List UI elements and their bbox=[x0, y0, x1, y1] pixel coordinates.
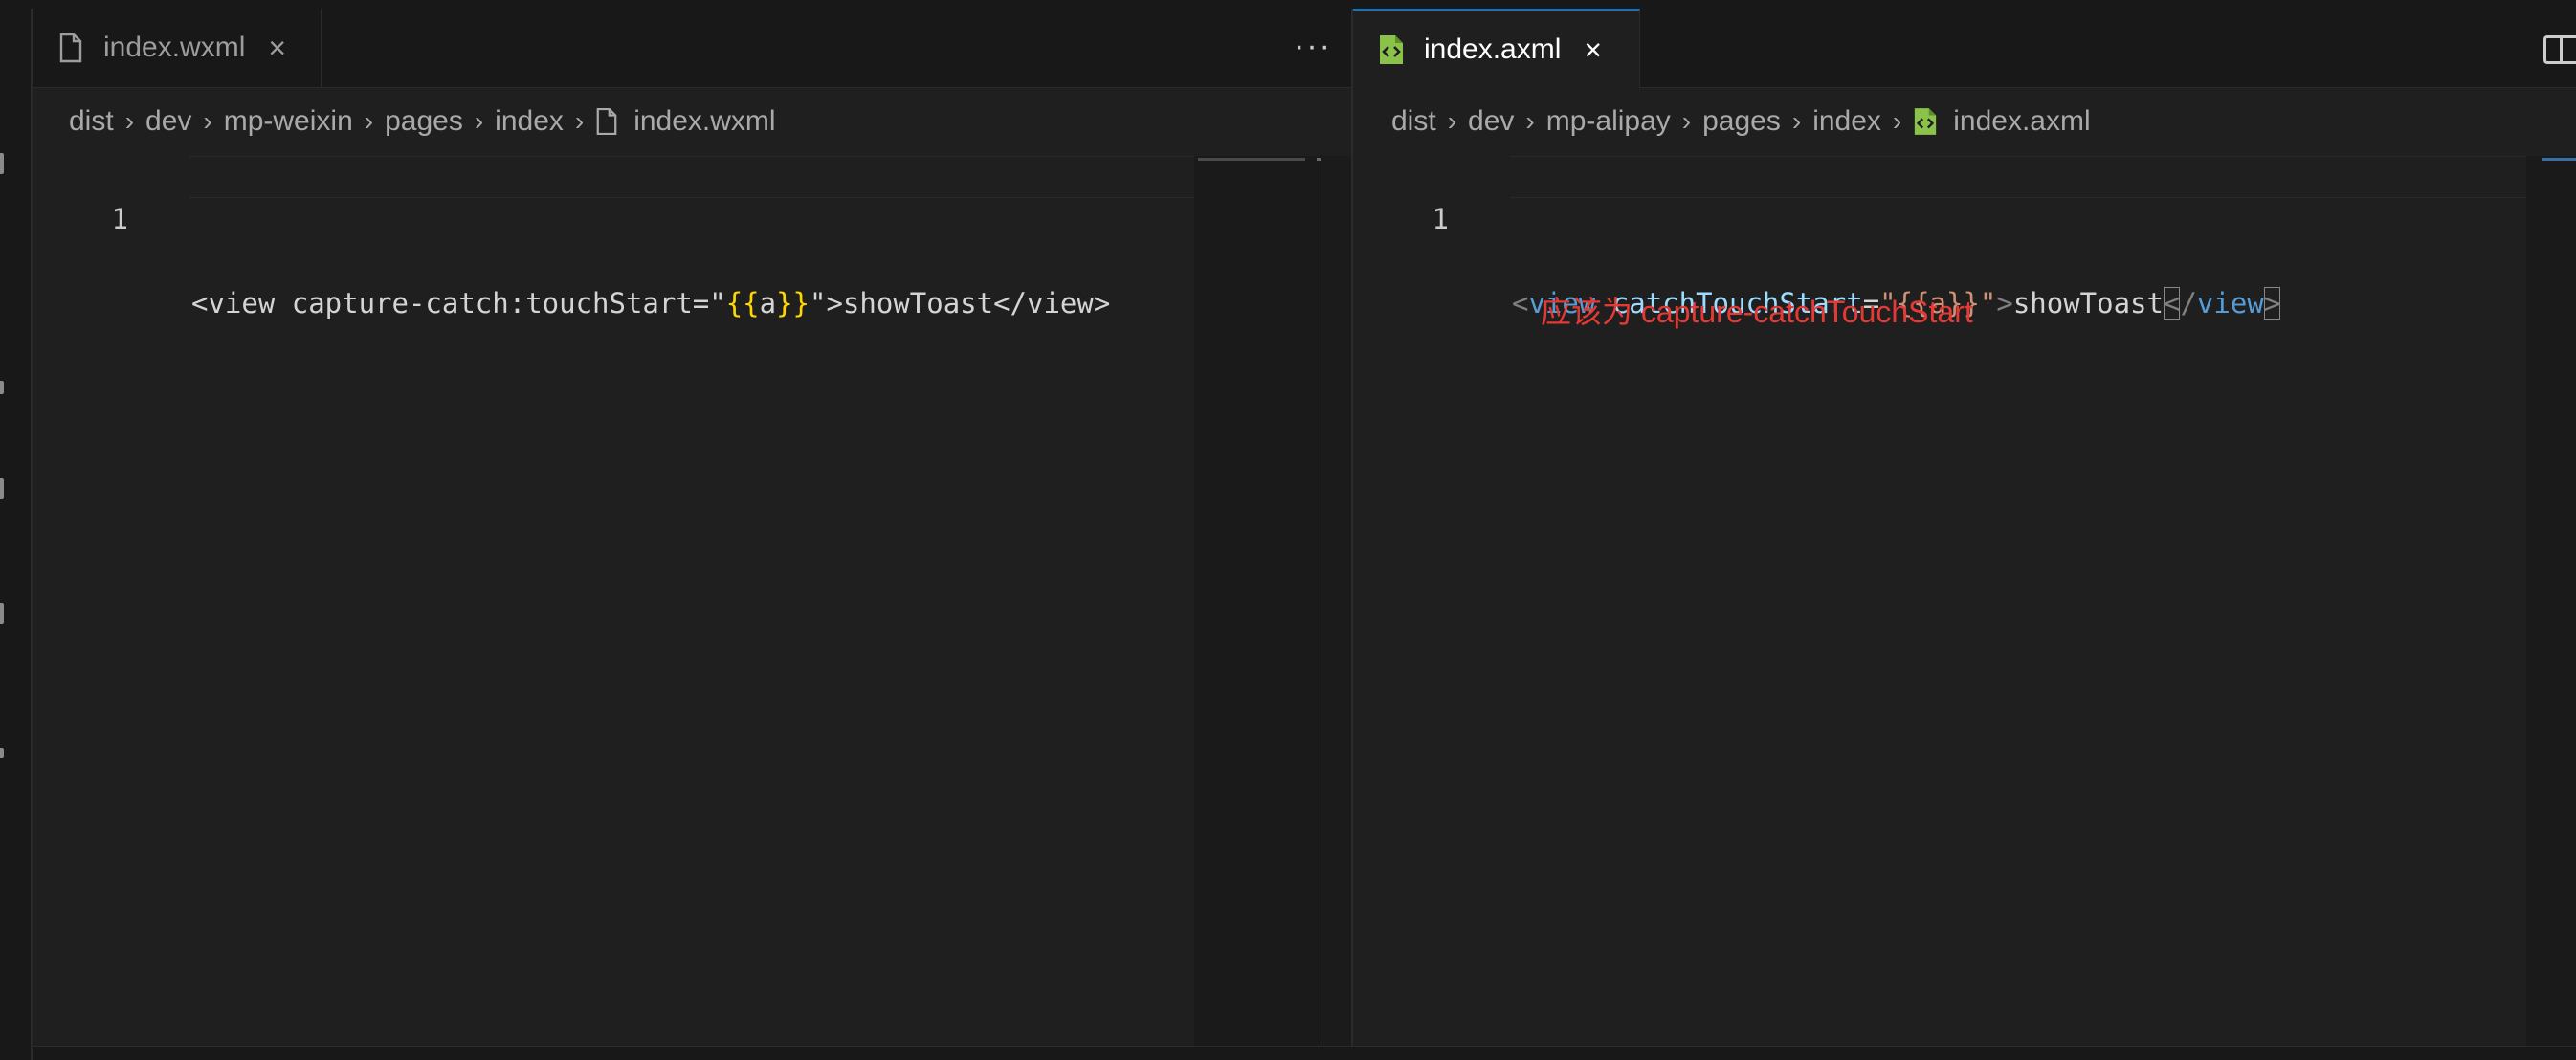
code-token: <view capture-catch:touchStart=" bbox=[191, 287, 726, 320]
code-token: {{ bbox=[725, 287, 760, 320]
code-editor-left[interactable]: 1 <view capture-catch:touchStart="{{a}}"… bbox=[33, 156, 1353, 1047]
chevron-right-icon: › bbox=[1447, 106, 1457, 136]
breadcrumb-item-index[interactable]: index bbox=[491, 105, 567, 138]
chevron-right-icon: › bbox=[1681, 106, 1692, 136]
code-token: showToast bbox=[2012, 287, 2164, 320]
breadcrumb: dist › dev › mp-alipay › pages › index ›… bbox=[1353, 87, 2576, 156]
line-number: 1 bbox=[1432, 203, 1449, 235]
breadcrumb: dist › dev › mp-weixin › pages › index ›… bbox=[33, 87, 1351, 156]
file-icon bbox=[54, 29, 88, 67]
code-line: 1 <view catchTouchStart="{{a}}">showToas… bbox=[1353, 156, 2576, 320]
breadcrumb-item-dist[interactable]: dist bbox=[1388, 105, 1440, 138]
breadcrumb-item-file[interactable]: index.axml bbox=[1949, 105, 2094, 138]
more-actions-icon[interactable]: ··· bbox=[1294, 28, 1332, 65]
activity-indicator bbox=[0, 478, 4, 499]
code-token: a bbox=[759, 287, 777, 320]
breadcrumb-item-dist[interactable]: dist bbox=[65, 105, 118, 138]
tab-bar: index.axml × bbox=[1353, 9, 2576, 88]
code-token: }} bbox=[776, 287, 811, 320]
tab-index-axml[interactable]: index.axml × bbox=[1353, 9, 1640, 88]
line-number: 1 bbox=[111, 203, 128, 235]
activity-indicator bbox=[0, 603, 4, 624]
tab-label: index.axml bbox=[1424, 33, 1562, 65]
tab-label: index.wxml bbox=[103, 32, 246, 63]
close-icon[interactable]: × bbox=[1584, 34, 1602, 65]
chevron-right-icon: › bbox=[474, 106, 484, 136]
file-icon bbox=[591, 107, 622, 136]
chevron-right-icon: › bbox=[364, 106, 374, 136]
code-token: < bbox=[1512, 287, 1529, 320]
breadcrumb-item-index[interactable]: index bbox=[1809, 105, 1885, 138]
breadcrumb-item-dev[interactable]: dev bbox=[1464, 105, 1518, 138]
tab-index-wxml[interactable]: index.wxml × bbox=[33, 9, 322, 87]
chevron-right-icon: › bbox=[1892, 106, 1902, 136]
chevron-right-icon: › bbox=[124, 106, 135, 136]
split-editor-icon[interactable] bbox=[2543, 35, 2576, 64]
minimap[interactable] bbox=[2526, 156, 2576, 1047]
breadcrumb-item-file[interactable]: index.wxml bbox=[630, 105, 779, 138]
current-line-highlight bbox=[1510, 156, 2543, 198]
activity-indicator bbox=[0, 381, 4, 394]
close-icon[interactable]: × bbox=[268, 33, 286, 63]
code-text: <view capture-catch:touchStart="{{a}}">s… bbox=[191, 282, 1110, 324]
current-line-highlight bbox=[189, 156, 1225, 198]
code-line: 1 <view capture-catch:touchStart="{{a}}"… bbox=[33, 156, 1351, 320]
bracket-match: > bbox=[2263, 287, 2281, 320]
tab-bar: index.wxml × ··· bbox=[33, 9, 1351, 88]
breadcrumb-item-mp-alipay[interactable]: mp-alipay bbox=[1543, 105, 1675, 138]
minimap-line bbox=[2542, 158, 2576, 161]
activity-indicator bbox=[0, 748, 4, 758]
horizontal-scrollbar[interactable] bbox=[33, 1046, 2576, 1060]
breadcrumb-item-pages[interactable]: pages bbox=[1699, 105, 1785, 138]
activity-bar bbox=[0, 0, 33, 1060]
activity-indicator bbox=[0, 153, 4, 174]
bracket-match: < bbox=[2163, 287, 2181, 320]
code-token: > bbox=[1996, 287, 2013, 320]
breadcrumb-item-dev[interactable]: dev bbox=[142, 105, 195, 138]
code-editor-right[interactable]: 1 <view catchTouchStart="{{a}}">showToas… bbox=[1353, 156, 2576, 1047]
vertical-scrollbar[interactable] bbox=[1321, 156, 1350, 1047]
annotation-text: 应该为 capture-catchTouchStart bbox=[1541, 295, 1973, 329]
chevron-right-icon: › bbox=[1525, 106, 1535, 136]
axml-file-icon bbox=[1909, 106, 1942, 137]
minimap-line bbox=[1198, 158, 1305, 161]
code-token: ">showToast</view> bbox=[810, 287, 1111, 320]
code-token: / bbox=[2180, 287, 2197, 320]
editor-group-right: index.axml × dist › dev › mp-alipay › pa… bbox=[1353, 9, 2576, 1047]
editor-group-left: index.wxml × ··· dist › dev › mp-weixin … bbox=[33, 9, 1353, 1047]
breadcrumb-item-pages[interactable]: pages bbox=[381, 105, 467, 138]
axml-file-icon bbox=[1374, 31, 1409, 69]
code-token: view bbox=[2196, 287, 2264, 320]
chevron-right-icon: › bbox=[574, 106, 585, 136]
chevron-right-icon: › bbox=[203, 106, 212, 136]
breadcrumb-item-mp-weixin[interactable]: mp-weixin bbox=[220, 105, 357, 138]
chevron-right-icon: › bbox=[1791, 106, 1802, 136]
